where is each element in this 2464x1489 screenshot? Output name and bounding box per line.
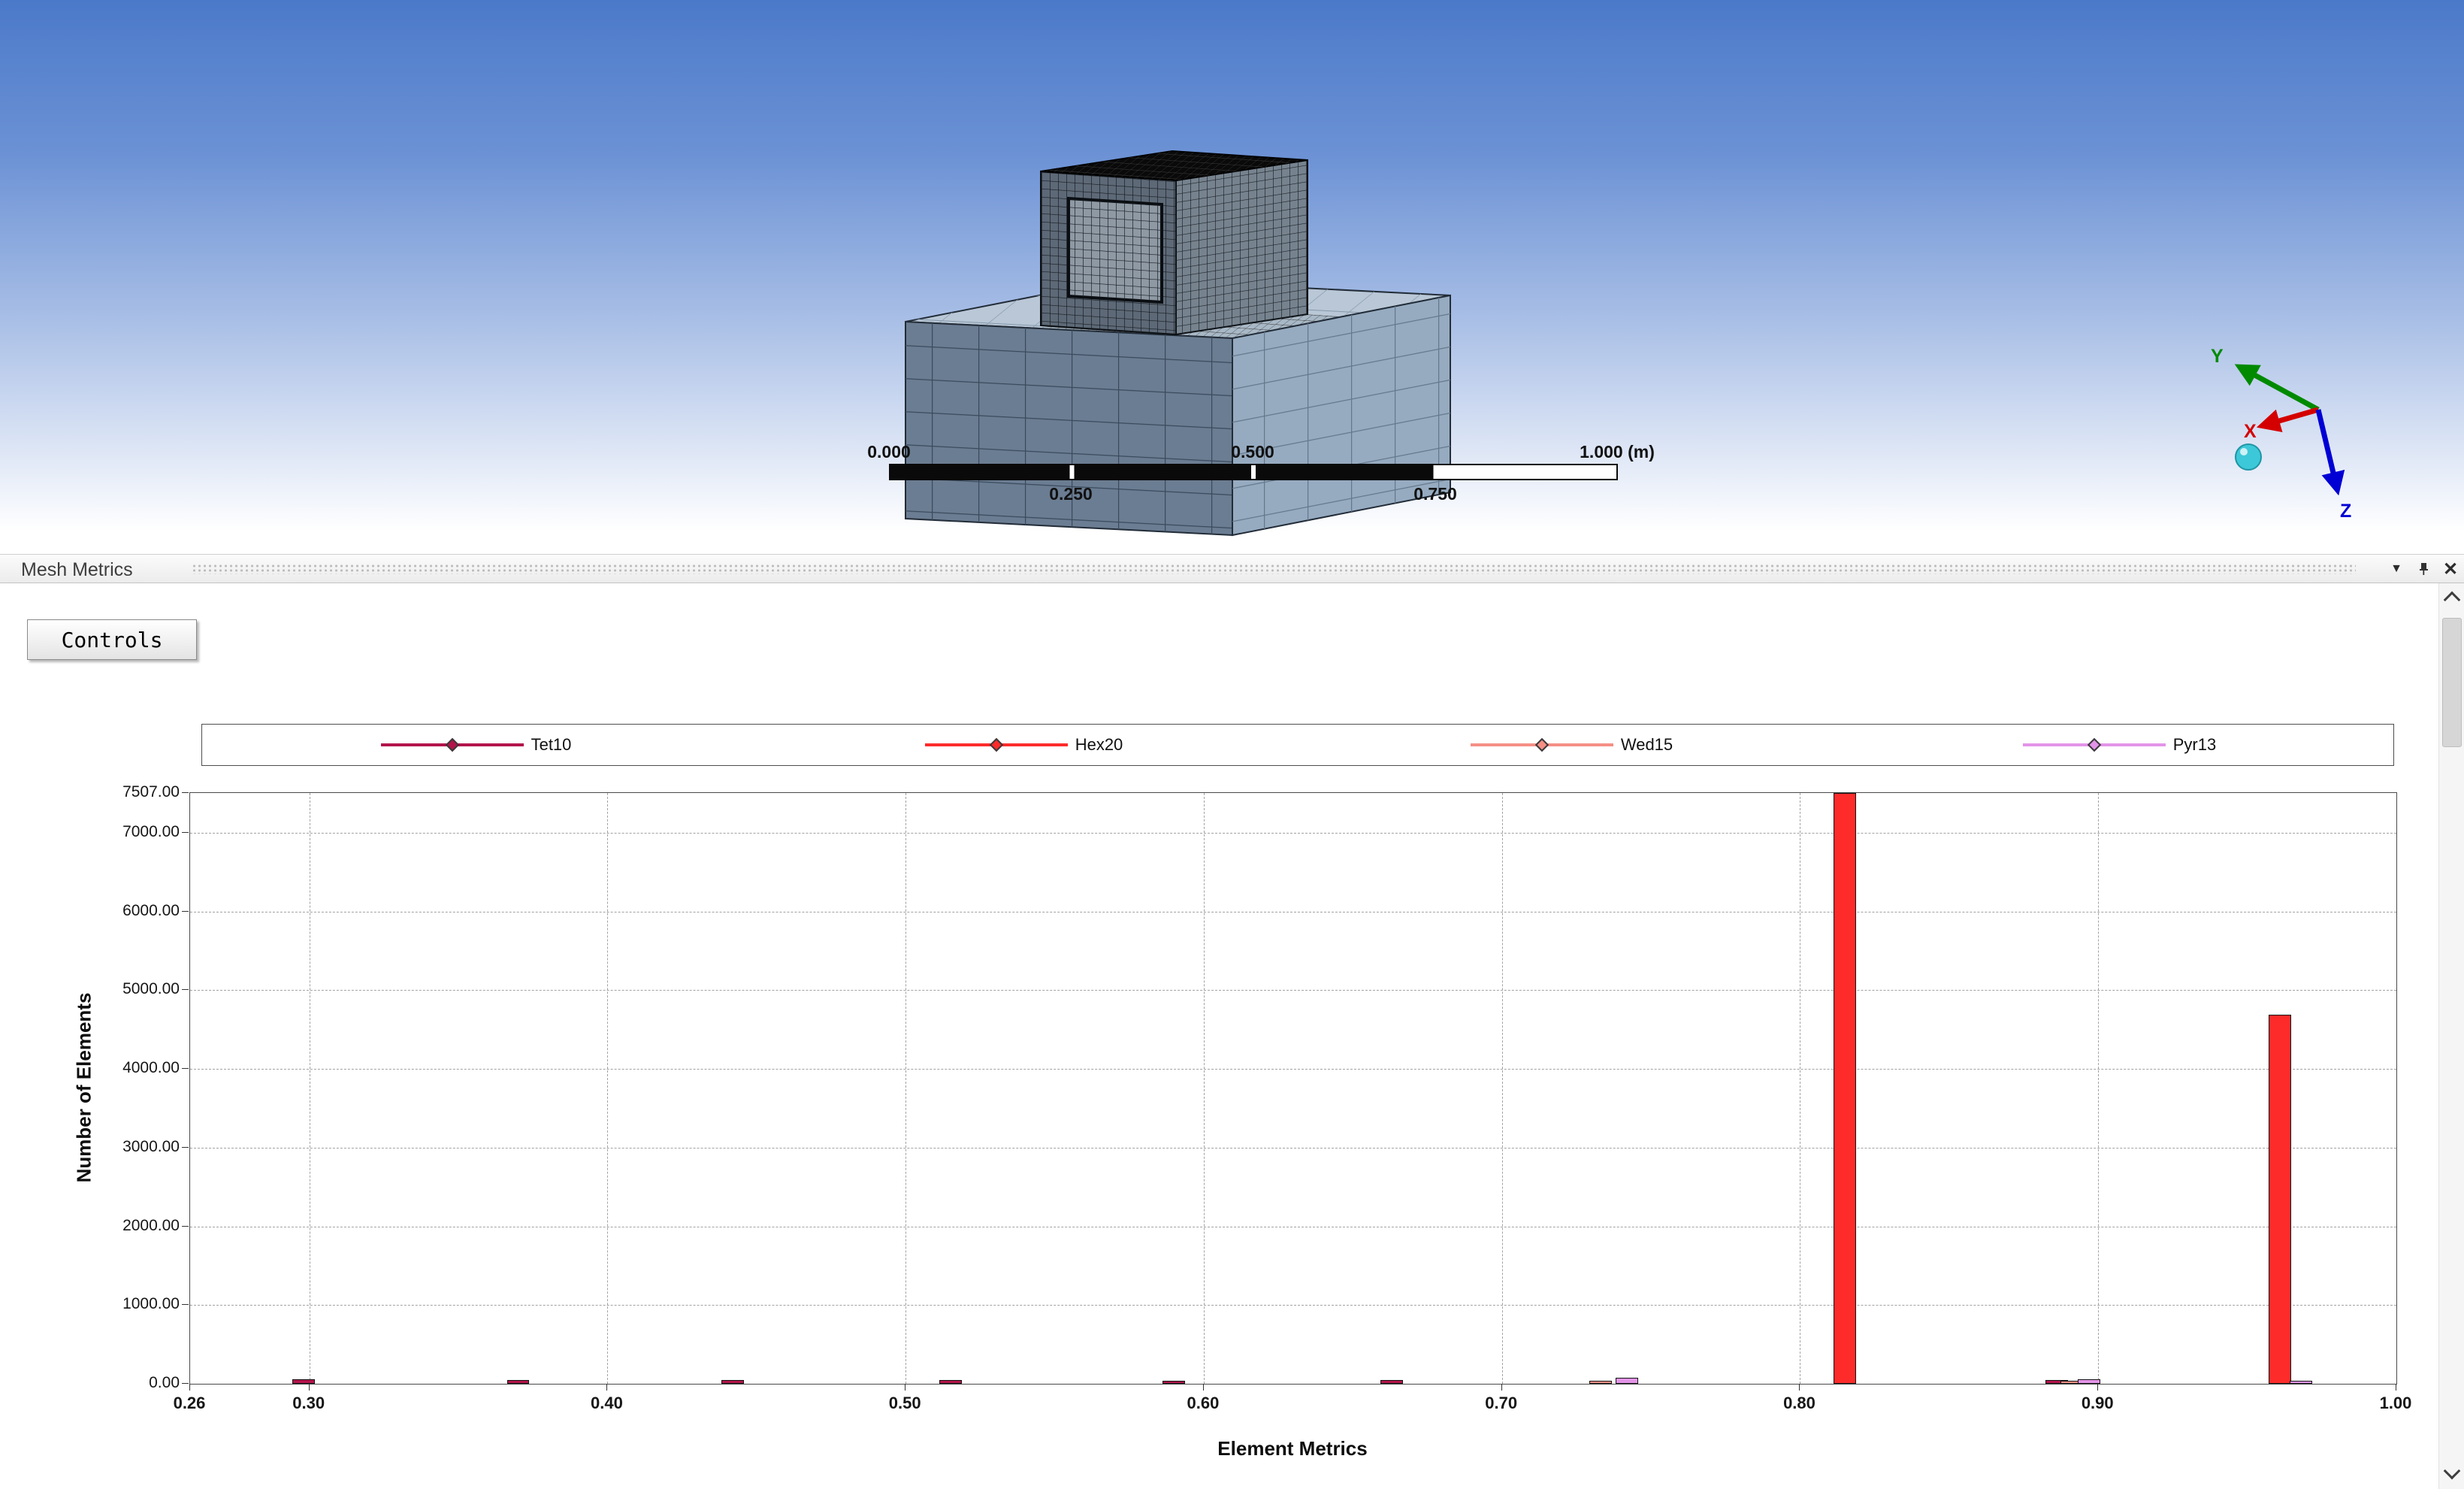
x-gridline	[1204, 793, 1205, 1384]
x-gridline	[1502, 793, 1503, 1384]
titlebar-drag-texture	[192, 564, 2356, 574]
triad-y-label: Y	[2211, 346, 2224, 367]
bar-tet10	[939, 1380, 962, 1384]
x-gridline	[2098, 793, 2099, 1384]
legend-item-tet10: Tet10	[202, 735, 750, 755]
ruler-label-250: 0.250	[1049, 484, 1093, 504]
scroll-up-icon[interactable]	[2443, 592, 2460, 609]
legend-label: Hex20	[1075, 735, 1123, 755]
scale-ruler	[889, 464, 1618, 480]
bar-tet10	[1380, 1380, 1403, 1384]
y-gridline	[190, 833, 2396, 834]
ruler-label-0: 0.000	[867, 442, 911, 462]
legend-label: Tet10	[531, 735, 572, 755]
orientation-triad[interactable]: Y X Z	[2211, 346, 2351, 522]
legend-label: Pyr13	[2173, 735, 2216, 755]
x-gridline	[905, 793, 906, 1384]
bar-hex20	[2269, 1015, 2291, 1384]
bar-tet10	[721, 1380, 744, 1384]
bar-pyr13	[2290, 1381, 2312, 1384]
pin-icon[interactable]	[2411, 558, 2436, 580]
mesh-metrics-titlebar: Mesh Metrics ▼ ✕	[0, 554, 2464, 583]
bar-tet10	[507, 1380, 530, 1384]
legend-marker-icon	[990, 738, 1003, 752]
legend-item-wed15: Wed15	[1298, 735, 1846, 755]
plot-area	[189, 792, 2397, 1385]
ruler-label-1000: 1.000 (m)	[1580, 442, 1655, 462]
ruler-label-500: 0.500	[1231, 442, 1274, 462]
y-gridline	[190, 990, 2396, 991]
legend-marker-icon	[445, 738, 458, 752]
legend-line-wed15	[1471, 743, 1613, 746]
bar-pyr13	[1616, 1378, 1638, 1384]
model-viewport[interactable]: Y X Z 0.000 0.500 1.000 (m) 0.250 0.750	[0, 0, 2464, 554]
x-gridline	[607, 793, 608, 1384]
scrollbar-thumb[interactable]	[2442, 618, 2462, 747]
bar-tet10	[292, 1379, 315, 1384]
bar-hex20	[1834, 793, 1856, 1384]
controls-button[interactable]: Controls	[27, 619, 197, 660]
bar-tet10	[1162, 1381, 1185, 1384]
panel-menu-dropdown-icon[interactable]: ▼	[2384, 558, 2409, 580]
legend-item-pyr13: Pyr13	[1846, 735, 2393, 755]
close-icon[interactable]: ✕	[2438, 558, 2463, 580]
legend-item-hex20: Hex20	[750, 735, 1298, 755]
bar-wed15	[1589, 1381, 1612, 1384]
small-cube-mesh	[1041, 151, 1308, 334]
triad-origin-ball	[2236, 444, 2261, 470]
panel-title: Mesh Metrics	[21, 559, 133, 581]
triad-x-label: X	[2244, 421, 2257, 442]
x-axis-title: Element Metrics	[1217, 1437, 1367, 1460]
scroll-down-icon[interactable]	[2444, 1463, 2461, 1480]
y-gridline	[190, 1069, 2396, 1070]
legend-marker-icon	[2088, 738, 2101, 752]
triad-z-label: Z	[2340, 501, 2351, 522]
y-gridline	[190, 1305, 2396, 1306]
chart-legend: Tet10 Hex20 Wed15 Pyr13	[201, 724, 2394, 766]
legend-line-tet10	[381, 743, 524, 746]
legend-label: Wed15	[1621, 735, 1673, 755]
y-gridline	[190, 1148, 2396, 1149]
legend-line-hex20	[925, 743, 1068, 746]
legend-marker-icon	[1535, 738, 1549, 752]
bar-pyr13	[2078, 1379, 2100, 1384]
legend-line-pyr13	[2023, 743, 2166, 746]
y-axis-title: Number of Elements	[73, 993, 96, 1183]
vertical-scrollbar[interactable]	[2438, 583, 2464, 1489]
ruler-label-750: 0.750	[1413, 484, 1457, 504]
